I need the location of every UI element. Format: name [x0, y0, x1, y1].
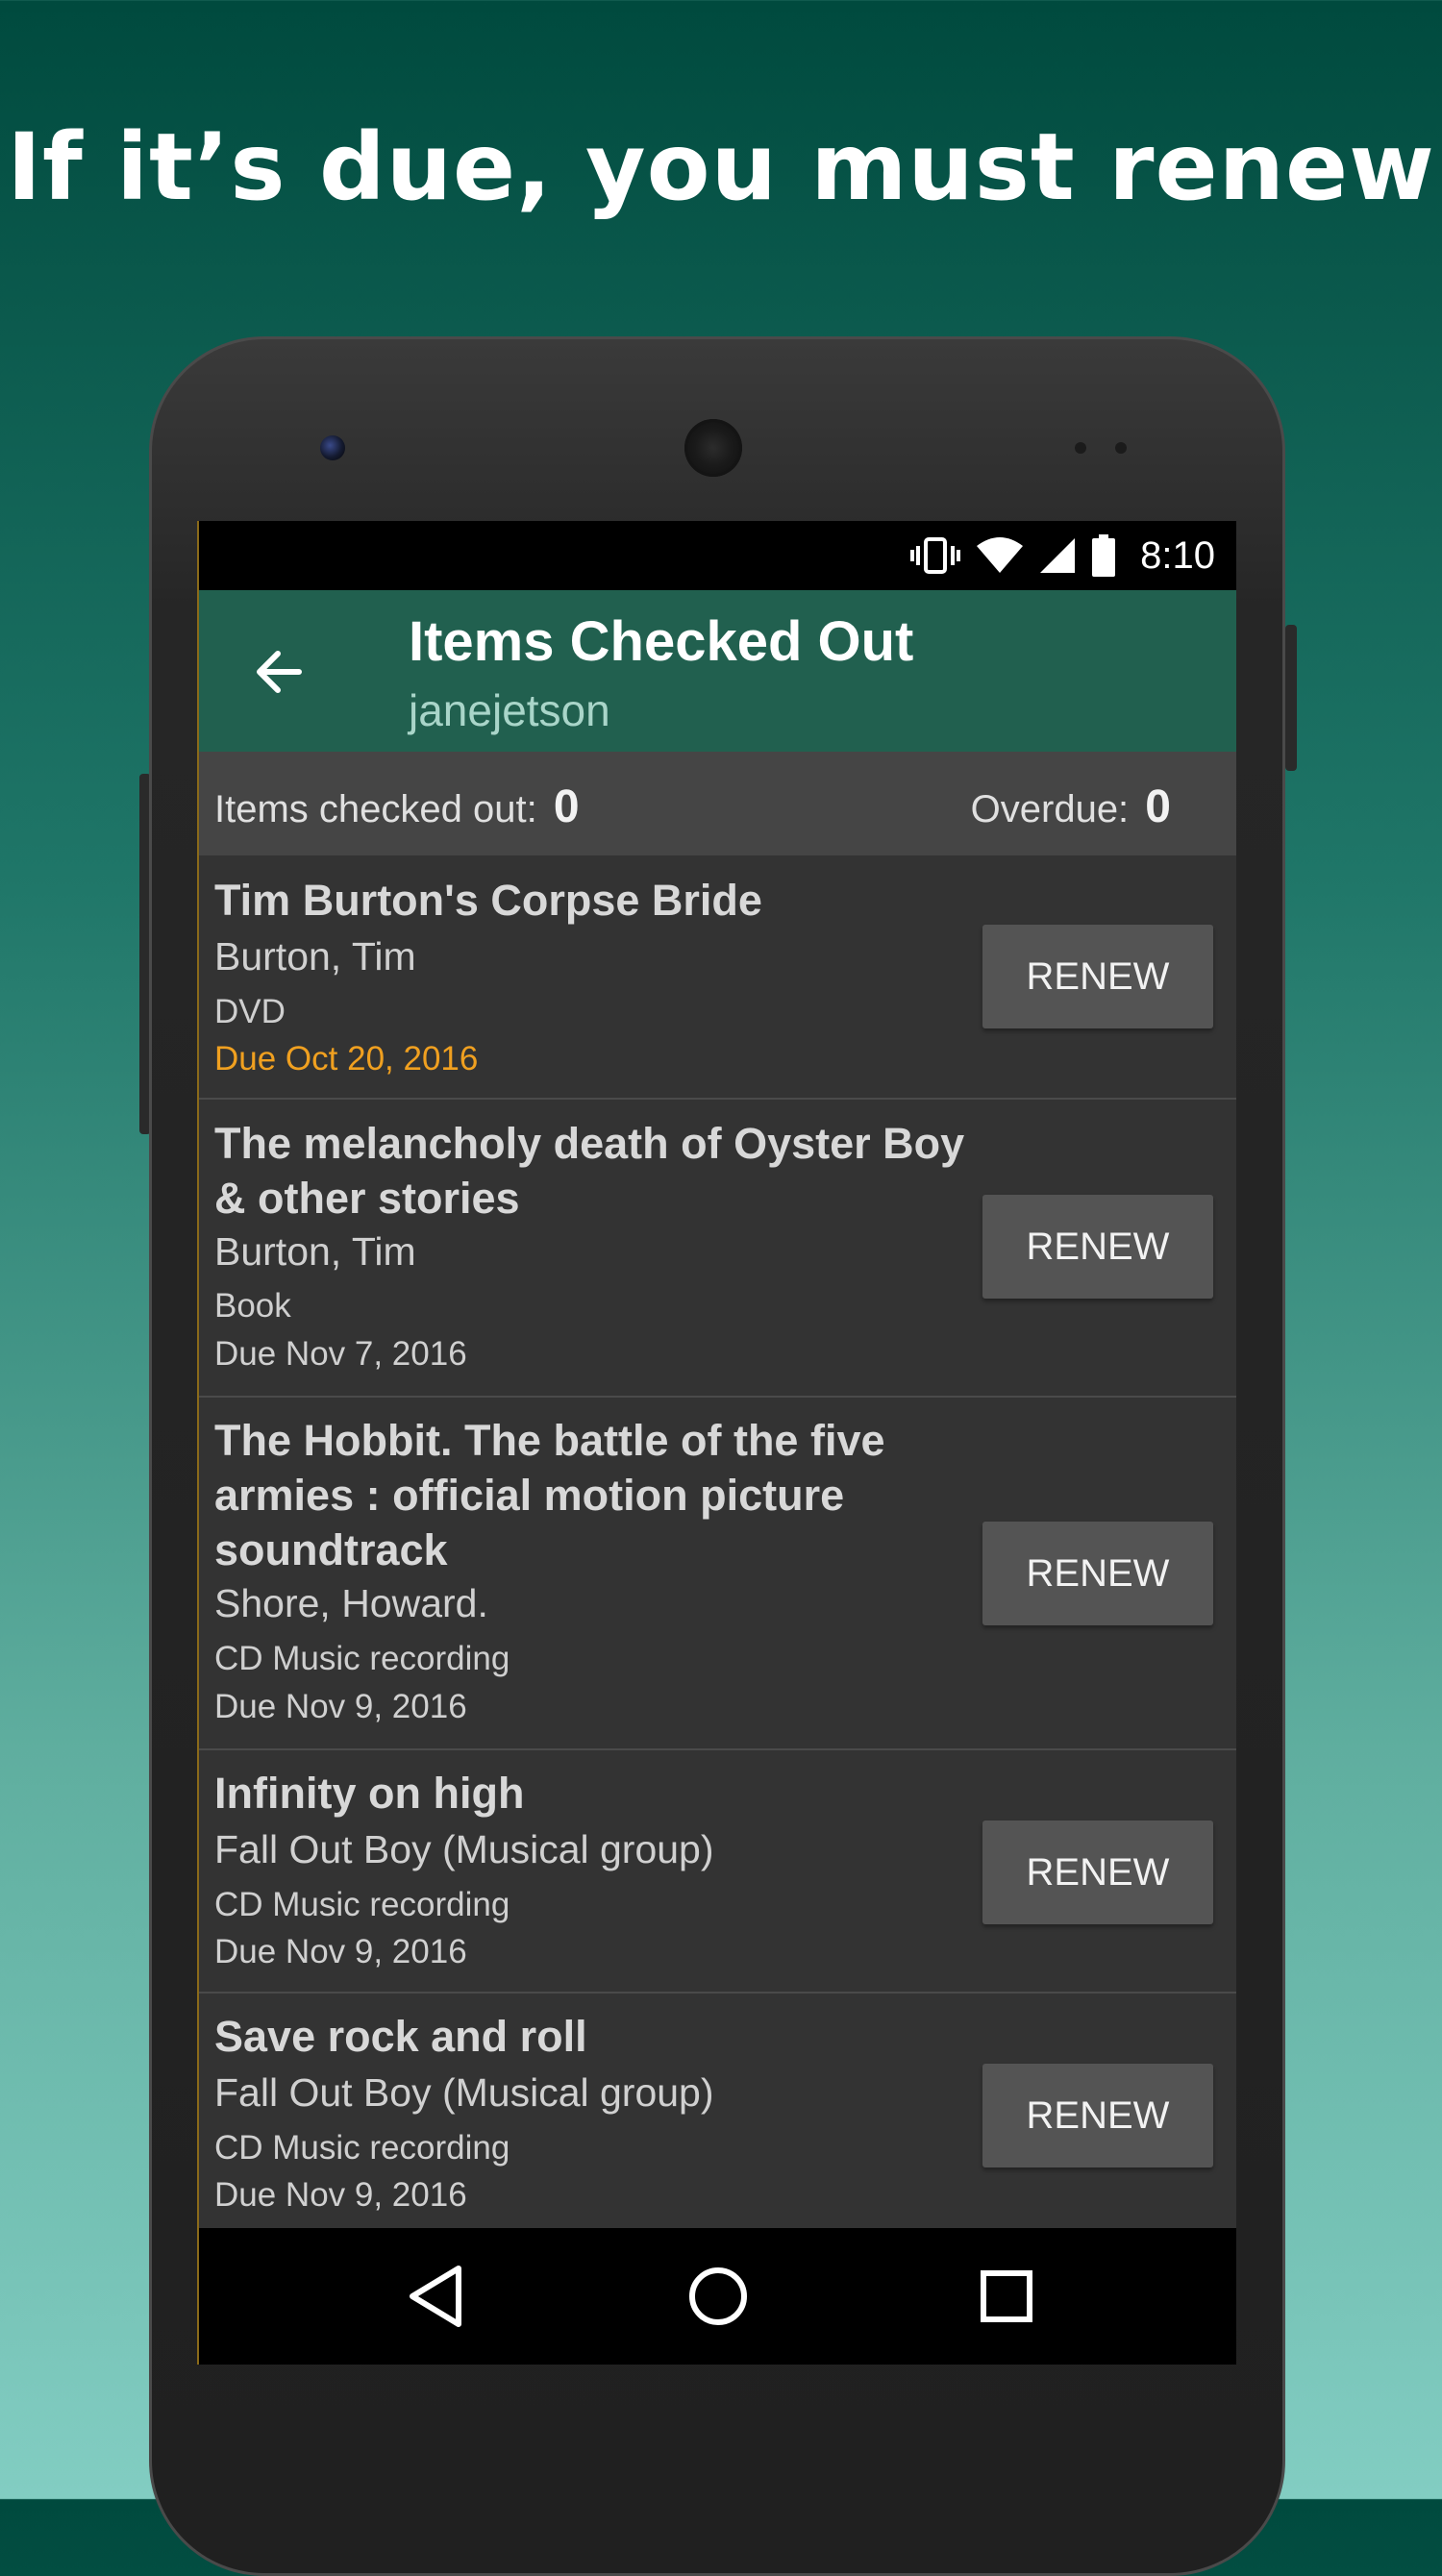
checked-out-count: Items checked out: 0 — [214, 780, 580, 833]
item-title: The melancholy death of Oyster Boy & oth… — [214, 1119, 965, 1223]
checked-out-label: Items checked out: — [214, 788, 537, 830]
item-due-date: Due Nov 9, 2016 — [214, 1688, 467, 1725]
overdue-label: Overdue: — [970, 788, 1130, 830]
list-item: The Hobbit. The battle of the five armie… — [199, 1398, 1236, 1750]
item-author: Fall Out Boy (Musical group) — [214, 1827, 714, 1871]
renew-button[interactable]: RENEW — [982, 925, 1213, 1028]
item-author: Burton, Tim — [214, 934, 416, 978]
item-format: DVD — [214, 993, 286, 1030]
renew-button[interactable]: RENEW — [982, 2064, 1213, 2167]
app-bar: Items Checked Out janejetson — [199, 590, 1236, 752]
wifi-icon — [977, 537, 1024, 573]
overdue-value: 0 — [1145, 781, 1171, 832]
back-triangle-icon[interactable] — [401, 2261, 472, 2332]
overdue-count: Overdue: 0 — [971, 780, 1171, 833]
item-author: Shore, Howard. — [214, 1581, 488, 1625]
battery-icon — [1092, 534, 1116, 577]
home-circle-icon[interactable] — [683, 2261, 754, 2332]
account-username: janejetson — [409, 685, 610, 735]
light-sensor — [1115, 442, 1127, 454]
item-author: Burton, Tim — [214, 1229, 416, 1274]
item-due-date: Due Nov 9, 2016 — [214, 1933, 467, 1970]
page-title: Items Checked Out — [409, 610, 914, 673]
item-format: Book — [214, 1287, 291, 1325]
item-title: Infinity on high — [214, 1769, 525, 1818]
checked-out-value: 0 — [553, 781, 580, 832]
front-camera-icon — [320, 435, 345, 460]
promo-headline: If it’s due, you must renew — [7, 113, 1435, 221]
list-item: Infinity on high Fall Out Boy (Musical g… — [199, 1750, 1236, 1994]
item-due-date: Due Oct 20, 2016 — [214, 1040, 479, 1077]
item-author: Fall Out Boy (Musical group) — [214, 2070, 714, 2115]
status-bar: 8:10 — [199, 521, 1236, 590]
status-time: 8:10 — [1140, 533, 1215, 577]
phone-screen: 8:10 Items Checked Out janejetson Items … — [197, 521, 1236, 2365]
checkout-summary: Items checked out: 0 Overdue: 0 — [199, 752, 1236, 855]
system-nav-bar — [199, 2228, 1236, 2365]
vibrate-icon — [910, 537, 961, 574]
proximity-sensor — [1075, 442, 1086, 454]
list-item: Save rock and roll Fall Out Boy (Musical… — [199, 1994, 1236, 2228]
item-format: CD Music recording — [214, 1886, 510, 1923]
phone-side-button-right — [1285, 625, 1297, 771]
item-format: CD Music recording — [214, 1640, 510, 1677]
item-title: The Hobbit. The battle of the five armie… — [214, 1416, 885, 1574]
item-title: Tim Burton's Corpse Bride — [214, 876, 762, 925]
item-format: CD Music recording — [214, 2129, 510, 2167]
renew-button[interactable]: RENEW — [982, 1522, 1213, 1625]
renew-button[interactable]: RENEW — [982, 1821, 1213, 1924]
recents-square-icon[interactable] — [971, 2261, 1042, 2332]
renew-button[interactable]: RENEW — [982, 1195, 1213, 1299]
item-due-date: Due Nov 9, 2016 — [214, 2176, 467, 2214]
item-title: Save rock and roll — [214, 2012, 587, 2061]
list-item: Tim Burton's Corpse Bride Burton, Tim DV… — [199, 855, 1236, 1100]
earpiece-speaker — [684, 419, 742, 477]
item-due-date: Due Nov 7, 2016 — [214, 1335, 467, 1373]
arrow-back-icon[interactable] — [249, 640, 312, 704]
signal-icon — [1040, 538, 1076, 573]
list-item: The melancholy death of Oyster Boy & oth… — [199, 1100, 1236, 1398]
